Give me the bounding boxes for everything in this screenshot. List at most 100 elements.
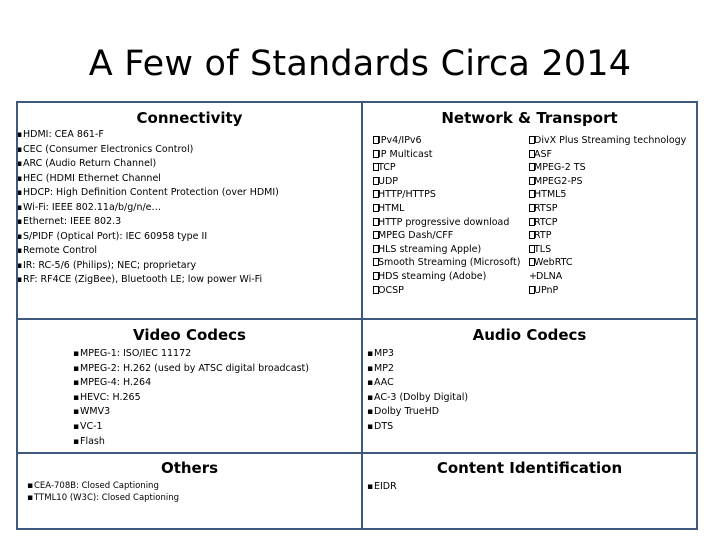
section-heading-content-identification: Content Identification (436, 459, 623, 477)
list-item: MPEG2-PS (529, 175, 686, 189)
list-item: DivX Plus Streaming technology (529, 134, 686, 148)
list-item: UDP (373, 175, 520, 189)
network-transport-column-a: IPv4/IPv6 IP Multicast TCP UDP HTTP/HTTPS HTM… (373, 134, 520, 297)
list-item: ▪HDCP: High Definition Content Protectio… (18, 186, 279, 201)
list-item: ▪DTS (367, 420, 468, 435)
missing-glyph-box-icon (373, 149, 379, 158)
list-item-label: S/PIDF (Optical Port): IEC 60958 type II (23, 230, 208, 242)
list-item-label: Flash (80, 435, 105, 447)
missing-glyph-box-icon (373, 231, 379, 240)
bullet-icon: ▪ (27, 493, 34, 503)
connectivity-list: ▪HDMI: CEA 861-F ▪CEC (Consumer Electroni… (18, 128, 279, 288)
cell-video-codecs: Video Codecs ▪ MPEG-1: ISO/IEC 11172 ▪ MPEG… (16, 318, 363, 454)
list-item: UPnP (529, 284, 686, 298)
list-item-label: HTTP progressive download (378, 216, 510, 228)
list-item: ASF (529, 148, 686, 162)
missing-glyph-box-icon (373, 190, 379, 199)
list-item-label: VC-1 (80, 420, 103, 432)
cell-network-transport: Network & Transport IPv4/IPv6 IP Multicas… (361, 101, 698, 320)
plus-icon: + (529, 270, 537, 282)
bullet-icon: ▪ (367, 392, 374, 403)
list-item: ▪AAC (367, 376, 468, 391)
list-item: ▪HDMI: CEA 861-F (18, 128, 279, 143)
missing-glyph-box-icon (373, 285, 379, 294)
table-row: Others ▪CEA-708B: Closed Captioning ▪TTML… (16, 452, 698, 530)
missing-glyph-box-icon (373, 176, 379, 185)
list-item-label: HEVC: H.265 (80, 391, 141, 403)
list-item: MPEG-2 TS (529, 161, 686, 175)
list-item-label: TCP (378, 162, 396, 174)
list-item: ▪Dolby TrueHD (367, 405, 468, 420)
list-item: WebRTC (529, 256, 686, 270)
missing-glyph-box-icon (529, 149, 535, 158)
list-item-label: DTS (374, 420, 394, 432)
cell-others: Others ▪CEA-708B: Closed Captioning ▪TTML… (16, 452, 363, 530)
list-item-label: Ethernet: IEEE 802.3 (23, 216, 122, 227)
list-item-label: Wi-Fi: IEEE 802.11a/b/g/n/e… (23, 201, 162, 213)
video-codecs-list: ▪ MPEG-1: ISO/IEC 11172 ▪ MPEG-2: H.262 (us… (73, 347, 309, 449)
list-item: RTCP (529, 216, 686, 230)
bullet-icon: ▪ (367, 378, 374, 389)
content-identification-list: ▪EIDR (367, 480, 397, 494)
list-item-label: MPEG-1: ISO/IEC 11172 (80, 348, 192, 359)
list-item: HLS streaming Apple) (373, 243, 520, 257)
list-item: ▪Flash (73, 435, 309, 450)
missing-glyph-box-icon (529, 244, 535, 253)
list-item-label: MPEG2-PS (534, 175, 583, 187)
list-item-label: RTP (534, 230, 552, 242)
list-item: ▪VC-1 (73, 420, 309, 435)
cell-connectivity: Connectivity ▪HDMI: CEA 861-F ▪CEC (Consu… (16, 101, 363, 320)
list-item: IP Multicast (373, 148, 520, 162)
list-item: ▪WMV3 (73, 405, 309, 420)
missing-glyph-box-icon (529, 217, 535, 226)
page-title: A Few of Standards Circa 2014 (88, 44, 632, 84)
bullet-icon: ▪ (73, 421, 80, 432)
missing-glyph-box-icon (529, 136, 535, 144)
list-item: ▪IR: RC-5/6 (Philips); NEC; proprietary (18, 259, 279, 274)
list-item-label: CEC (Consumer Electronics Control) (23, 143, 194, 155)
list-item-label: MP2 (374, 362, 394, 374)
list-item: TLS (529, 243, 686, 257)
cell-audio-codecs: Audio Codecs ▪MP3 ▪MP2 ▪AAC ▪AC-3 (Dolby Di… (361, 318, 698, 454)
list-item-label: HEC (HDMI Ethernet Channel (23, 172, 161, 184)
list-item: ▪MP3 (367, 347, 468, 362)
cell-content-identification: Content Identification ▪EIDR (361, 452, 698, 530)
list-item-label: IR: RC-5/6 (Philips); NEC; proprietary (23, 259, 197, 271)
list-item-label: MPEG-2: H.262 (used by ATSC digital broa… (80, 362, 309, 374)
list-item-label: IPv4/IPv6 (378, 135, 422, 146)
list-item: ▪RF: RF4CE (ZigBee), Bluetooth LE; low p… (18, 273, 279, 288)
section-heading-others: Others (160, 459, 219, 477)
list-item: ▪HEC (HDMI Ethernet Channel (18, 172, 279, 187)
list-item: ▪CEA-708B: Closed Captioning (27, 480, 179, 492)
list-item-label: RF: RF4CE (ZigBee), Bluetooth LE; low po… (23, 274, 263, 285)
list-item: HTTP/HTTPS (373, 188, 520, 202)
list-item: HTTP progressive download (373, 216, 520, 230)
list-item-label: HDCP: High Definition Content Protection… (23, 187, 279, 198)
list-item-label: Smooth Streaming (Microsoft) (378, 257, 521, 269)
section-heading-video-codecs: Video Codecs (133, 326, 246, 344)
list-item: OCSP (373, 284, 520, 298)
list-item: ▪HEVC: H.265 (73, 391, 309, 406)
slide-canvas: A Few of Standards Circa 2014 Connectivi… (0, 0, 720, 540)
list-item-label: WMV3 (80, 406, 111, 418)
list-item-label: AC-3 (Dolby Digital) (374, 391, 469, 403)
bullet-icon: ▪ (73, 436, 80, 447)
list-item-label: ASF (534, 148, 552, 160)
missing-glyph-box-icon (373, 217, 379, 226)
list-item-label: HTML5 (534, 189, 567, 201)
missing-glyph-box-icon (529, 258, 535, 267)
list-item-label: DivX Plus Streaming technology (534, 135, 687, 146)
list-item-label: Dolby TrueHD (374, 406, 440, 418)
list-item-label: HDMI: CEA 861-F (23, 129, 104, 140)
bullet-icon: ▪ (73, 407, 80, 418)
list-item-label: MPEG Dash/CFF (378, 230, 454, 242)
missing-glyph-box-icon (529, 231, 535, 240)
list-item: RTSP (529, 202, 686, 216)
bullet-icon: ▪ (367, 363, 374, 374)
list-item-label: WebRTC (534, 257, 573, 269)
audio-codecs-list: ▪MP3 ▪MP2 ▪AAC ▪AC-3 (Dolby Digital) ▪Dolby … (367, 347, 468, 435)
list-item-label: OCSP (378, 284, 404, 296)
bullet-icon: ▪ (73, 392, 80, 403)
list-item-label: RTSP (534, 202, 558, 214)
list-item: ▪EIDR (367, 480, 397, 494)
